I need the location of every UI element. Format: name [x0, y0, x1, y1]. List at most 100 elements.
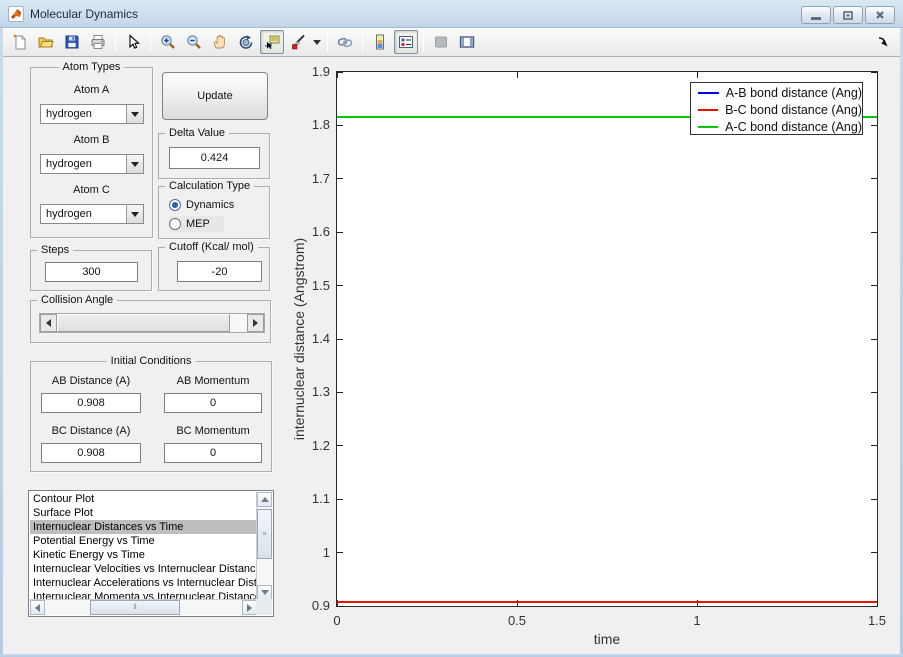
titlebar[interactable]: Molecular Dynamics: [0, 0, 903, 28]
ab-distance-label: AB Distance (A): [41, 375, 141, 387]
cutoff-field[interactable]: [177, 261, 262, 282]
close-button[interactable]: [865, 6, 895, 24]
zoom-out-icon: [186, 34, 202, 50]
scroll-up-button[interactable]: [257, 492, 272, 507]
arrow-right-icon: [253, 319, 258, 327]
minimize-button[interactable]: [801, 6, 831, 24]
toolbar-insert-colorbar[interactable]: [368, 30, 392, 54]
vertical-scrollbar[interactable]: ≡: [256, 492, 272, 600]
legend-entry: B-C bond distance (Ang): [691, 101, 862, 118]
print-icon: [90, 34, 106, 50]
atom-b-value: hydrogen: [41, 155, 126, 173]
toolbar-print[interactable]: [86, 30, 110, 54]
plot-area[interactable]: A-B bond distance (Ang) B-C bond distanc…: [336, 71, 878, 607]
slider-right-arrow[interactable]: [247, 314, 264, 332]
toolbar-dock-figure[interactable]: [871, 30, 895, 54]
ab-momentum-field[interactable]: [164, 393, 262, 413]
arrow-left-icon: [46, 319, 51, 327]
calculation-type-label: Calculation Type: [165, 180, 254, 192]
list-item[interactable]: Internuclear Distances vs Time: [30, 520, 256, 534]
maximize-button[interactable]: [833, 6, 863, 24]
brush-dropdown-caret[interactable]: [313, 40, 321, 45]
bc-distance-field[interactable]: [41, 443, 141, 463]
ab-distance-field[interactable]: [41, 393, 141, 413]
y-tick-mark: [337, 392, 343, 393]
vertical-scroll-thumb[interactable]: ≡: [257, 509, 272, 559]
plot-box[interactable]: [336, 71, 878, 607]
scroll-down-button[interactable]: [257, 585, 272, 600]
scroll-left-button[interactable]: [30, 600, 45, 615]
toolbar-rotate-3d[interactable]: [234, 30, 258, 54]
toolbar-open-file[interactable]: [34, 30, 58, 54]
horizontal-scroll-thumb[interactable]: ⦀: [90, 600, 180, 615]
list-item[interactable]: Surface Plot: [30, 506, 256, 520]
list-item[interactable]: Internuclear Velocities vs Internuclear …: [30, 562, 256, 576]
slider-left-arrow[interactable]: [40, 314, 57, 332]
y-tick-label: 1.2: [288, 438, 330, 453]
list-item[interactable]: Potential Energy vs Time: [30, 534, 256, 548]
plot-legend[interactable]: A-B bond distance (Ang) B-C bond distanc…: [690, 82, 863, 135]
x-axis-label: time: [336, 631, 878, 647]
slider-thumb[interactable]: [57, 314, 230, 332]
delta-value-field[interactable]: [169, 147, 260, 169]
y-tick-mark: [337, 499, 343, 500]
initial-conditions-label: Initial Conditions: [107, 355, 196, 367]
toolbar-data-cursor[interactable]: [260, 30, 284, 54]
radio-icon: [169, 218, 181, 230]
list-item[interactable]: Contour Plot: [30, 492, 256, 506]
collision-angle-slider[interactable]: [39, 313, 265, 333]
list-item[interactable]: Kinetic Energy vs Time: [30, 548, 256, 562]
atom-a-dropdown[interactable]: hydrogen: [40, 104, 144, 124]
y-tick-mark: [337, 339, 343, 340]
list-item[interactable]: Internuclear Accelerations vs Internucle…: [30, 576, 256, 590]
legend-line-sample: [698, 92, 719, 94]
legend-line-sample: [698, 109, 718, 111]
atom-c-dropdown-button[interactable]: [126, 205, 143, 223]
molecular-dynamics-window: Molecular Dynamics: [0, 0, 903, 657]
atom-c-dropdown[interactable]: hydrogen: [40, 204, 144, 224]
toolbar-link-plots[interactable]: [333, 30, 357, 54]
x-tick-label: 1: [676, 613, 718, 628]
toolbar-brush[interactable]: [286, 30, 310, 54]
toolbar-zoom-out[interactable]: [182, 30, 206, 54]
slider-track[interactable]: [230, 314, 247, 332]
plot-tools-hide-icon: [433, 34, 449, 50]
scroll-right-button[interactable]: [242, 600, 257, 615]
steps-field[interactable]: [45, 262, 138, 282]
chevron-down-icon: [131, 112, 139, 117]
atom-a-dropdown-button[interactable]: [126, 105, 143, 123]
zoom-in-icon: [160, 34, 176, 50]
collision-angle-panel: Collision Angle: [30, 300, 271, 343]
toolbar-pointer[interactable]: [121, 30, 145, 54]
bc-momentum-field[interactable]: [164, 443, 262, 463]
initial-conditions-panel: Initial Conditions AB Distance (A) AB Mo…: [30, 361, 272, 472]
toolbar-zoom-in[interactable]: [156, 30, 180, 54]
y-tick-mark: [337, 445, 343, 446]
arrow-down-icon: [261, 590, 269, 595]
toolbar-separator: [150, 32, 151, 52]
y-tick-label: 1.9: [288, 64, 330, 79]
toolbar-plot-tools-hide[interactable]: [429, 30, 453, 54]
radio-dynamics[interactable]: Dynamics: [169, 197, 234, 213]
y-tick-mark: [337, 552, 343, 553]
toolbar-insert-legend[interactable]: [394, 30, 418, 54]
plot-type-listbox: Contour Plot Surface Plot Internuclear D…: [28, 490, 274, 617]
atom-b-dropdown-button[interactable]: [126, 155, 143, 173]
bc-distance-label: BC Distance (A): [41, 425, 141, 437]
y-tick-mark: [337, 285, 343, 286]
radio-mep[interactable]: MEP: [169, 216, 224, 232]
toolbar-save[interactable]: [60, 30, 84, 54]
radio-mep-label: MEP: [186, 218, 210, 230]
y-tick-mark: [871, 445, 877, 446]
toolbar-plot-tools-show[interactable]: [455, 30, 479, 54]
toolbar-new-file[interactable]: [8, 30, 32, 54]
insert-colorbar-icon: [372, 34, 388, 50]
matlab-logo-icon: [8, 6, 24, 22]
new-file-icon: [12, 34, 28, 50]
atom-b-dropdown[interactable]: hydrogen: [40, 154, 144, 174]
update-button[interactable]: Update: [162, 72, 268, 120]
y-tick-mark: [871, 125, 877, 126]
horizontal-scrollbar[interactable]: ⦀: [30, 599, 257, 615]
toolbar-pan[interactable]: [208, 30, 232, 54]
collision-angle-label: Collision Angle: [37, 294, 117, 306]
